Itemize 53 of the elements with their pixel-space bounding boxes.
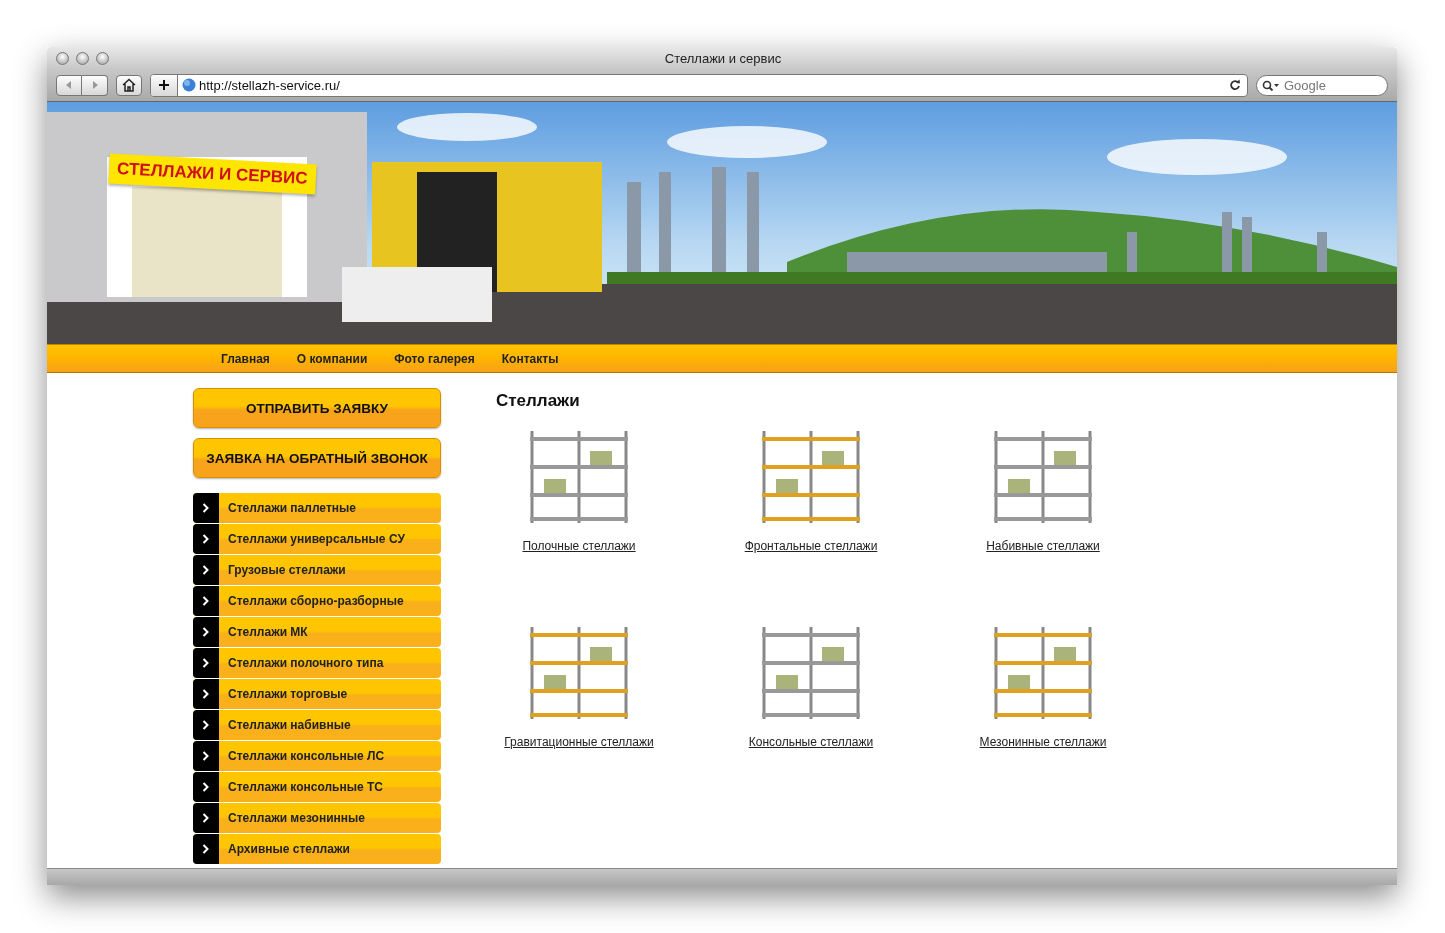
sidebar-item[interactable]: Стеллажи набивные [193, 710, 441, 740]
nav-link[interactable]: О компании [296, 351, 368, 366]
url-text: http://stellazh-service.ru/ [199, 77, 341, 93]
zoom-button[interactable] [96, 51, 109, 65]
sidebar-item[interactable]: Стеллажи мезонинные [193, 803, 441, 833]
product-link[interactable]: Полочные стеллажи [522, 539, 636, 553]
sidebar-item[interactable]: Стеллажи консольные ЛС [193, 741, 441, 771]
nav-link[interactable]: Фото галерея [394, 351, 475, 366]
address-field[interactable]: http://stellazh-service.ru/ [150, 73, 1248, 97]
nav-link[interactable]: Главная [221, 351, 270, 366]
forward-button[interactable] [82, 74, 108, 96]
chevron-icon [193, 741, 219, 771]
sidebar-item[interactable]: Стеллажи МК [193, 617, 441, 647]
window-title: Стеллажи и сервис [663, 50, 783, 66]
request-button[interactable]: ОТПРАВИТЬ ЗАЯВКУ [193, 388, 441, 428]
chevron-icon [193, 772, 219, 802]
chevron-icon [193, 555, 219, 585]
sidebar-item[interactable]: Стеллажи полочного типа [193, 648, 441, 678]
chevron-icon [193, 586, 219, 616]
minimize-button[interactable] [76, 51, 89, 65]
product-link[interactable]: Фронтальные стеллажи [744, 539, 878, 553]
product-link[interactable]: Набивные стеллажи [986, 539, 1100, 553]
sidebar-item[interactable]: Стеллажи универсальные СУ [193, 524, 441, 554]
globe-icon [182, 78, 196, 92]
sidebar-item[interactable]: Стеллажи паллетные [193, 493, 441, 523]
nav-link[interactable]: Контакты [501, 351, 559, 366]
sidebar-item[interactable]: Стеллажи консольные ТС [193, 772, 441, 802]
sidebar-item[interactable]: Грузовые стеллажи [193, 555, 441, 585]
chevron-icon [193, 834, 219, 864]
product-link[interactable]: Гравитационные стеллажи [504, 735, 654, 749]
request-button[interactable]: ЗАЯВКА НА ОБРАТНЫЙ ЗВОНОК [193, 438, 441, 478]
product-link[interactable]: Мезонинные стеллажи [979, 735, 1107, 749]
plus-icon [158, 79, 170, 91]
product-link[interactable]: Консольные стеллажи [748, 735, 874, 749]
chevron-icon [193, 679, 219, 709]
left-triangle-icon [64, 80, 74, 90]
home-icon [121, 78, 137, 92]
chevron-icon [193, 803, 219, 833]
chevron-icon [193, 493, 219, 523]
sidebar-item[interactable]: Стеллажи сборно-разборные [193, 586, 441, 616]
close-button[interactable] [56, 51, 69, 65]
reload-icon[interactable] [1229, 79, 1241, 91]
chevron-icon [193, 710, 219, 740]
sidebar-item[interactable]: Архивные стеллажи [193, 834, 441, 864]
search-field[interactable]: Google [1256, 74, 1388, 96]
chevron-icon [193, 617, 219, 647]
back-button[interactable] [56, 74, 82, 96]
home-button[interactable] [116, 74, 142, 96]
chevron-icon [193, 648, 219, 678]
chevron-icon [193, 524, 219, 554]
add-bookmark-button[interactable] [151, 74, 178, 96]
sidebar-item[interactable]: Стеллажи торговые [193, 679, 441, 709]
page-heading: Стеллажи [496, 391, 581, 411]
